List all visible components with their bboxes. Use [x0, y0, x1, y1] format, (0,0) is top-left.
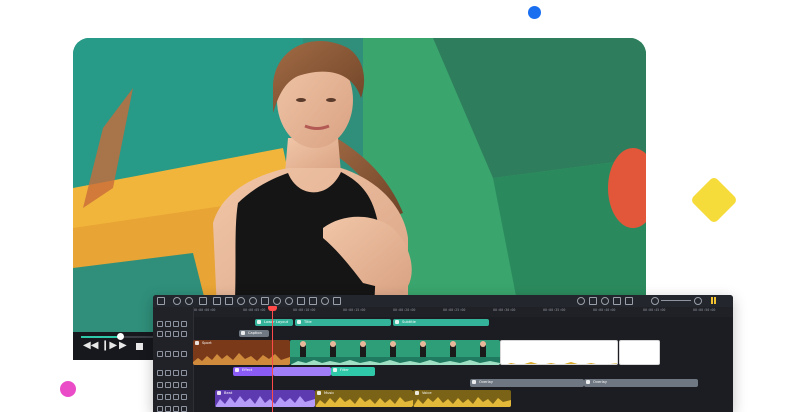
stop-icon[interactable] — [136, 343, 143, 350]
seek-handle[interactable] — [117, 333, 124, 340]
clip-label: Music — [324, 391, 335, 395]
timeline-clip[interactable]: Title — [295, 319, 391, 326]
video-clip[interactable] — [619, 340, 660, 365]
render-icon[interactable] — [577, 297, 585, 305]
zoom-slider[interactable] — [661, 300, 691, 301]
ruler-label: 00:00:25:00 — [443, 308, 466, 312]
ruler-label: 00:00:05:00 — [243, 308, 266, 312]
audio-clip[interactable]: Beat — [215, 390, 315, 407]
video-clip[interactable]: Sport — [193, 340, 290, 365]
ruler-label: 00:00:20:00 — [393, 308, 416, 312]
snapshot-icon[interactable] — [625, 297, 633, 305]
ruler-label: 00:00:00:00 — [193, 308, 216, 312]
ruler-label: 00:00:35:00 — [543, 308, 566, 312]
step-back-icon[interactable]: ◀◀ — [83, 341, 98, 351]
ai-icon[interactable] — [613, 297, 621, 305]
track-header[interactable] — [157, 405, 187, 412]
audio-clip[interactable]: Voice — [413, 390, 511, 407]
clip-label: Caption — [248, 331, 262, 335]
track-header[interactable] — [157, 320, 187, 327]
ruler-label: 00:00:45:00 — [643, 308, 666, 312]
track-header[interactable] — [157, 350, 187, 357]
track-header[interactable] — [157, 330, 187, 337]
video-clip[interactable] — [500, 340, 618, 365]
level-meter — [711, 297, 713, 304]
ruler-label: 00:00:15:00 — [343, 308, 366, 312]
mask-icon[interactable] — [321, 297, 329, 305]
clip-label: Effect — [242, 368, 253, 372]
audio-waveform — [507, 362, 617, 364]
ruler-label: 00:00:30:00 — [493, 308, 516, 312]
audio-icon[interactable] — [273, 297, 281, 305]
split-icon[interactable] — [213, 297, 221, 305]
preview-photo — [73, 38, 646, 332]
video-preview[interactable] — [73, 38, 646, 332]
ruler-label: 00:00:40:00 — [593, 308, 616, 312]
marker-icon[interactable] — [589, 297, 597, 305]
clip-label: Lower Layout — [264, 320, 289, 324]
timeline-clip[interactable]: Caption — [239, 330, 269, 337]
effect-clip[interactable] — [273, 367, 331, 376]
timeline-clip[interactable]: Lower Layout — [255, 319, 293, 326]
seek-progress — [81, 336, 119, 338]
mic-icon[interactable] — [601, 297, 609, 305]
clip-label: Beat — [224, 391, 233, 395]
audio-clip[interactable]: Music — [315, 390, 413, 407]
zoom-out-icon[interactable] — [651, 297, 659, 305]
delete-icon[interactable] — [199, 297, 207, 305]
video-clip[interactable] — [290, 340, 500, 365]
keyframe-icon[interactable] — [261, 297, 269, 305]
clip-label: Overlay — [479, 380, 493, 384]
speed-icon[interactable] — [237, 297, 245, 305]
text-icon[interactable] — [333, 297, 341, 305]
ruler-label: 00:00:10:00 — [293, 308, 316, 312]
video-thumbnails — [290, 340, 500, 365]
transform-icon[interactable] — [309, 297, 317, 305]
effect-clip[interactable]: Effect — [233, 367, 273, 376]
clip-label: Voice — [422, 391, 432, 395]
play-icon[interactable]: ▶ — [119, 341, 127, 351]
timeline-clip[interactable]: Subtitle — [393, 319, 489, 326]
undo-icon[interactable] — [173, 297, 181, 305]
freeze-icon[interactable] — [297, 297, 305, 305]
menu-icon[interactable] — [157, 297, 165, 305]
track-headers — [153, 307, 194, 412]
clip-label: Overlay — [593, 380, 607, 384]
clip-label: Title — [304, 320, 312, 324]
crop-icon[interactable] — [225, 297, 233, 305]
timer-icon[interactable] — [285, 297, 293, 305]
overlay-clip[interactable]: Overlay — [470, 379, 584, 387]
clip-label: Subtitle — [402, 320, 416, 324]
zoom-in-icon[interactable] — [694, 297, 702, 305]
blue-dot — [528, 6, 541, 19]
color-icon[interactable] — [249, 297, 257, 305]
level-meter — [714, 297, 716, 304]
track-header[interactable] — [157, 369, 187, 376]
playhead[interactable] — [272, 306, 273, 412]
ruler-label: 00:00:50:00 — [693, 308, 716, 312]
redo-icon[interactable] — [185, 297, 193, 305]
timeline-editor: 00:00:00:00 00:00:05:00 00:00:10:00 00:0… — [153, 295, 733, 412]
overlay-clip[interactable]: Overlay — [584, 379, 698, 387]
pink-dot — [60, 381, 76, 397]
yellow-diamond — [689, 175, 739, 225]
clip-label: Filter — [340, 368, 349, 372]
clip-label: Sport — [202, 341, 212, 345]
track-header[interactable] — [157, 393, 187, 400]
frame-back-icon[interactable]: ❙▶ — [101, 341, 117, 351]
track-header[interactable] — [157, 381, 187, 388]
effect-clip[interactable]: Filter — [331, 367, 375, 376]
